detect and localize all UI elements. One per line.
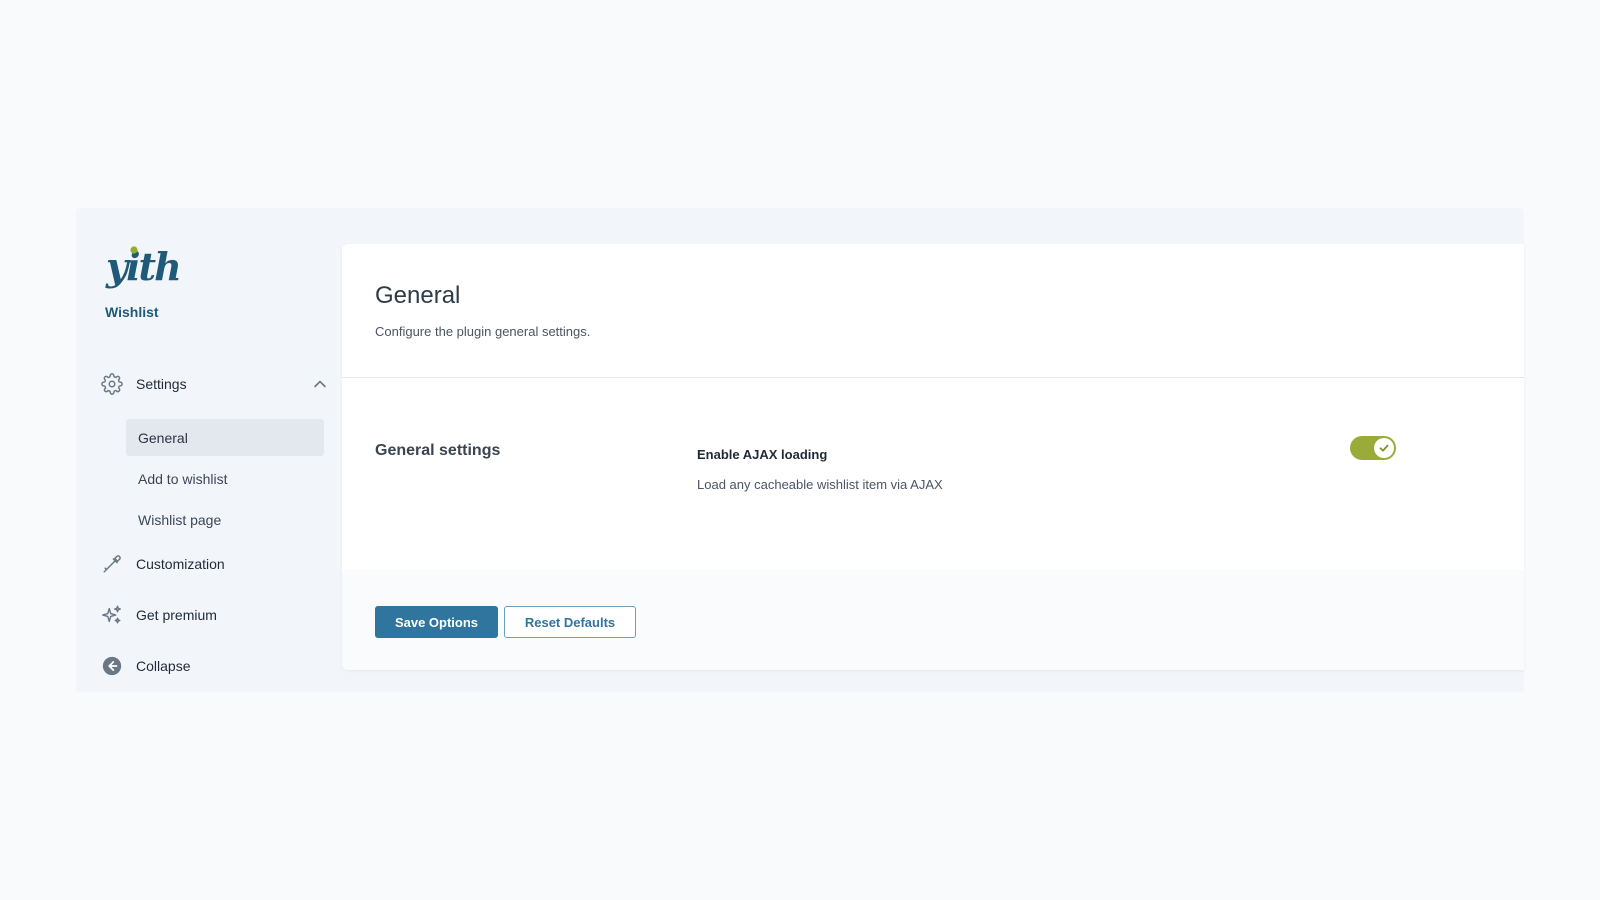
sidebar-item-label: Collapse <box>136 658 191 674</box>
product-name: Wishlist <box>105 304 159 320</box>
page-title: General <box>375 282 461 309</box>
option-label: Enable AJAX loading <box>697 447 828 462</box>
sidebar-subitem-wishlist-page[interactable]: Wishlist page <box>126 501 324 538</box>
logo-wordmark: yith <box>105 244 180 289</box>
gear-icon <box>100 372 124 396</box>
check-icon <box>1379 444 1389 452</box>
sidebar-item-customization[interactable]: Customization <box>100 548 332 580</box>
settings-panel: General Configure the plugin general set… <box>342 244 1524 670</box>
yith-logo: yith <box>105 244 182 289</box>
sidebar-subitem-general[interactable]: General <box>126 419 324 456</box>
panel-header: General Configure the plugin general set… <box>342 244 1524 378</box>
save-options-button[interactable]: Save Options <box>375 606 498 638</box>
sidebar: yith Wishlist Settings General Add to wi… <box>76 208 342 692</box>
sidebar-item-label: Customization <box>136 556 225 572</box>
plugin-admin-app: yith Wishlist Settings General Add to wi… <box>76 208 1524 692</box>
logo-dot <box>130 246 138 254</box>
reset-defaults-button[interactable]: Reset Defaults <box>504 606 636 638</box>
section-title: General settings <box>375 442 501 459</box>
sidebar-item-settings[interactable]: Settings <box>100 368 332 400</box>
sidebar-item-label: Get premium <box>136 607 217 623</box>
arrow-left-circle-icon <box>100 654 124 678</box>
panel-footer: Save Options Reset Defaults <box>342 570 1524 670</box>
eyedropper-icon <box>100 552 124 576</box>
toggle-knob <box>1374 438 1394 458</box>
sidebar-subitem-add-to-wishlist[interactable]: Add to wishlist <box>126 460 324 497</box>
sparkles-icon <box>100 603 124 627</box>
option-description: Load any cacheable wishlist item via AJA… <box>697 477 943 492</box>
page-subtitle: Configure the plugin general settings. <box>375 324 591 339</box>
ajax-loading-toggle[interactable] <box>1350 436 1396 460</box>
chevron-up-icon[interactable] <box>312 376 328 392</box>
sidebar-item-get-premium[interactable]: Get premium <box>100 599 332 631</box>
sidebar-item-collapse[interactable]: Collapse <box>100 650 332 682</box>
sidebar-item-label: Settings <box>136 376 187 392</box>
